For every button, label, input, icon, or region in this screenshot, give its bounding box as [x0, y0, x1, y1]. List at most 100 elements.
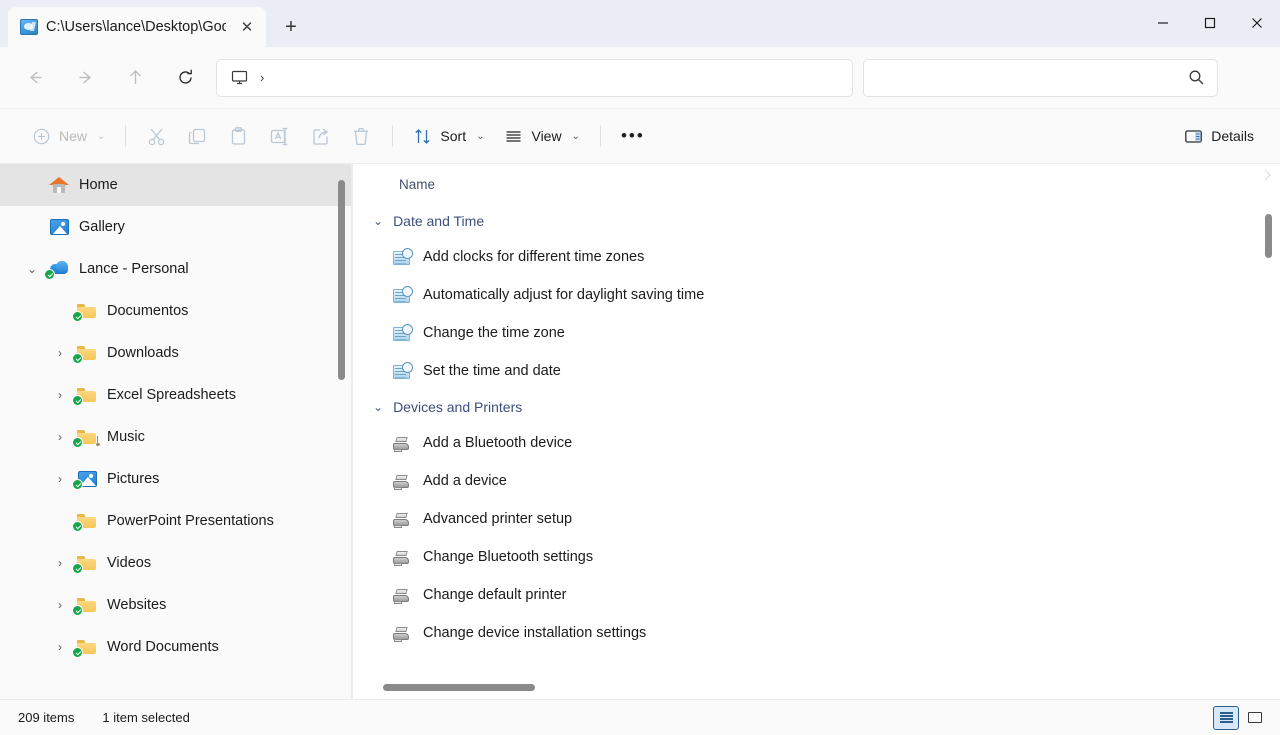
- search-input[interactable]: [863, 58, 1218, 97]
- sidebar-item-websites[interactable]: › Websites: [0, 584, 352, 626]
- column-resize-handle[interactable]: [1259, 169, 1271, 181]
- up-arrow-icon[interactable]: [116, 61, 154, 95]
- printer-icon: [393, 589, 411, 604]
- new-button[interactable]: New ⌄: [22, 119, 115, 153]
- music-note-icon: [90, 436, 100, 446]
- folder-icon: [72, 513, 100, 532]
- content-horizontal-scrollbar-thumb[interactable]: [383, 684, 535, 691]
- back-arrow-icon[interactable]: [16, 61, 54, 95]
- music-folder-icon: [72, 429, 100, 448]
- date-time-icon: [393, 286, 413, 304]
- sidebar-item-lance-personal[interactable]: ⌄ Lance - Personal: [0, 248, 352, 290]
- sidebar-item-powerpoint-presentations[interactable]: PowerPoint Presentations: [0, 500, 352, 542]
- list-item[interactable]: Change device installation settings: [353, 614, 1280, 652]
- folder-icon: [72, 387, 100, 406]
- folder-icon: [72, 639, 100, 658]
- delete-button[interactable]: [341, 119, 382, 153]
- explorer-tab[interactable]: C:\Users\lance\Desktop\GodM ✕: [8, 7, 266, 47]
- list-item[interactable]: Add clocks for different time zones: [353, 238, 1280, 276]
- list-item-label: Change default printer: [423, 587, 567, 603]
- sidebar-item-pictures[interactable]: › Pictures: [0, 458, 352, 500]
- share-button[interactable]: [300, 119, 341, 153]
- sidebar-item-music[interactable]: › Music: [0, 416, 352, 458]
- divider: [392, 125, 394, 147]
- sidebar-item-excel-spreadsheets[interactable]: › Excel Spreadsheets: [0, 374, 352, 416]
- view-button[interactable]: View ⌄: [494, 119, 589, 153]
- printer-icon: [393, 437, 411, 452]
- cut-button[interactable]: [136, 119, 177, 153]
- chevron-right-icon[interactable]: ›: [46, 388, 74, 402]
- date-time-icon: [393, 248, 413, 265]
- more-options-button[interactable]: •••: [611, 119, 655, 153]
- search-icon[interactable]: [1188, 69, 1205, 86]
- onedrive-cloud-icon: [44, 261, 72, 280]
- refresh-icon[interactable]: [166, 61, 204, 95]
- list-item[interactable]: Automatically adjust for daylight saving…: [353, 276, 1280, 314]
- maximize-icon[interactable]: [1186, 0, 1233, 46]
- sidebar-item-home[interactable]: Home: [0, 164, 352, 206]
- chevron-down-icon[interactable]: ⌄: [97, 131, 105, 142]
- chevron-right-icon[interactable]: ›: [46, 556, 74, 570]
- close-icon[interactable]: [1233, 0, 1280, 46]
- chevron-right-icon[interactable]: ›: [46, 430, 74, 444]
- this-pc-monitor-icon[interactable]: [227, 69, 252, 86]
- group-header[interactable]: ⌄ Devices and Printers: [353, 390, 1280, 424]
- view-label: View: [531, 128, 562, 144]
- chevron-right-icon[interactable]: ›: [46, 598, 74, 612]
- list-item[interactable]: Advanced printer setup: [353, 500, 1280, 538]
- onedrive-synced-badge-icon: [72, 521, 83, 532]
- tab-strip: C:\Users\lance\Desktop\GodM ✕ +: [0, 0, 308, 47]
- list-item[interactable]: Change default printer: [353, 576, 1280, 614]
- sort-button[interactable]: Sort ⌄: [403, 119, 494, 153]
- large-icons-view-icon[interactable]: [1242, 706, 1268, 730]
- chevron-right-icon[interactable]: ›: [46, 640, 74, 654]
- sidebar-item-documentos[interactable]: Documentos: [0, 290, 352, 332]
- chevron-down-icon[interactable]: ⌄: [476, 131, 484, 142]
- list-item[interactable]: Set the time and date: [353, 352, 1280, 390]
- list-item-label: Automatically adjust for daylight saving…: [423, 287, 705, 303]
- new-tab-button[interactable]: +: [274, 10, 308, 44]
- breadcrumb[interactable]: ›: [216, 58, 853, 97]
- paste-button[interactable]: [218, 119, 259, 153]
- column-header-name[interactable]: Name: [399, 177, 435, 192]
- date-time-icon: [393, 362, 413, 380]
- date-time-icon: [393, 324, 413, 342]
- sidebar-scrollbar[interactable]: [336, 164, 347, 699]
- list-item[interactable]: Change the time zone: [353, 314, 1280, 352]
- chevron-down-icon[interactable]: ⌄: [373, 400, 383, 414]
- chevron-down-icon[interactable]: ⌄: [18, 262, 46, 276]
- sidebar-item-label: Word Documents: [107, 639, 219, 655]
- chevron-down-icon[interactable]: ⌄: [572, 131, 580, 142]
- date-time-icon: [393, 362, 413, 379]
- list-item[interactable]: Add a device: [353, 462, 1280, 500]
- list-item[interactable]: Change Bluetooth settings: [353, 538, 1280, 576]
- breadcrumb-chevron-icon[interactable]: ›: [256, 70, 268, 85]
- rename-button[interactable]: [259, 119, 300, 153]
- details-view-icon[interactable]: [1213, 705, 1239, 730]
- sidebar-scrollbar-thumb[interactable]: [338, 180, 345, 380]
- content-vertical-scrollbar[interactable]: [1263, 198, 1274, 667]
- grouped-items-list: ⌄ Date and Time Add clocks for different t…: [353, 204, 1280, 652]
- minimize-icon[interactable]: [1139, 0, 1186, 46]
- close-icon[interactable]: ✕: [234, 14, 260, 40]
- copy-button[interactable]: [177, 119, 218, 153]
- sidebar-item-word-documents[interactable]: › Word Documents: [0, 626, 352, 668]
- sidebar-item-gallery[interactable]: Gallery: [0, 206, 352, 248]
- onedrive-synced-badge-icon: [72, 395, 83, 406]
- chevron-down-icon[interactable]: ⌄: [373, 214, 383, 228]
- list-item-label: Add a device: [423, 473, 507, 489]
- content-horizontal-scrollbar[interactable]: [361, 682, 1258, 693]
- details-pane-button[interactable]: Details: [1174, 119, 1264, 153]
- content-vertical-scrollbar-thumb[interactable]: [1265, 214, 1272, 258]
- chevron-right-icon[interactable]: ›: [46, 472, 74, 486]
- sidebar-item-downloads[interactable]: › Downloads: [0, 332, 352, 374]
- forward-arrow-icon[interactable]: [66, 61, 104, 95]
- onedrive-synced-badge-icon: [72, 311, 83, 322]
- group-header[interactable]: ⌄ Date and Time: [353, 204, 1280, 238]
- chevron-right-icon[interactable]: ›: [46, 346, 74, 360]
- sidebar-item-label: Videos: [107, 555, 152, 571]
- list-item-label: Advanced printer setup: [423, 511, 573, 527]
- sidebar-item-videos[interactable]: › Videos: [0, 542, 352, 584]
- folder-icon: [72, 303, 100, 322]
- list-item[interactable]: Add a Bluetooth device: [353, 424, 1280, 462]
